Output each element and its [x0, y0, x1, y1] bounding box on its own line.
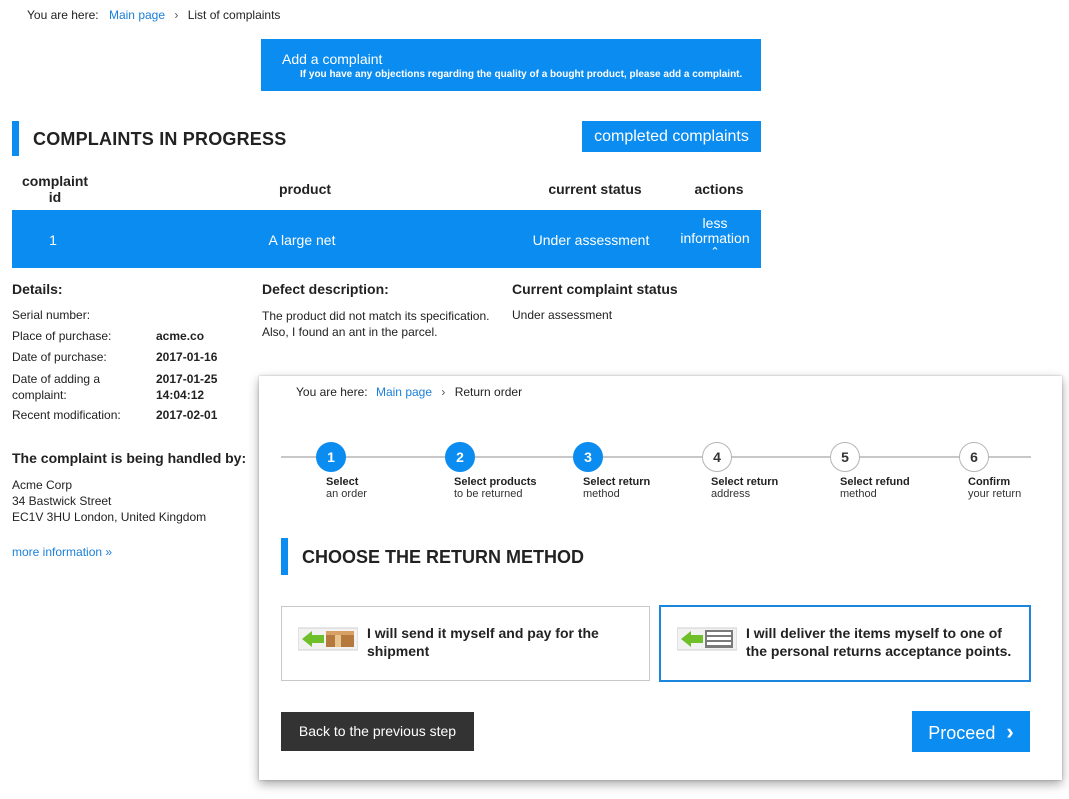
row-id: 1: [49, 232, 57, 248]
row-status: Under assessment: [532, 232, 650, 248]
handler-name: Acme Corp: [12, 478, 73, 492]
current-status-value: Under assessment: [512, 308, 613, 322]
overlay-accent-bar: [281, 538, 288, 575]
place-of-purchase-value: acme.co: [156, 329, 205, 343]
back-button[interactable]: Back to the previous step: [281, 712, 474, 751]
step-1-title: Select: [326, 476, 359, 488]
defect-description-heading: Defect description:: [262, 281, 389, 297]
step-6-label: Confirm your return: [968, 476, 1021, 500]
step-4-title: Select return: [711, 476, 779, 488]
breadcrumb-separator: ›: [174, 8, 179, 22]
step-3-sub: method: [583, 488, 620, 500]
return-option-send-myself-text: I will send it myself and pay for the sh…: [367, 625, 599, 659]
step-6-title: Confirm: [968, 476, 1011, 488]
proceed-button[interactable]: Proceed ›: [912, 711, 1030, 752]
step-5-title: Select refund: [840, 476, 910, 488]
return-order-window: You are here: Main page › Return order 1…: [259, 376, 1062, 780]
handler-address: Acme Corp 34 Bastwick Street EC1V 3HU Lo…: [12, 477, 206, 525]
step-6-circle: 6: [959, 442, 989, 472]
details-heading: Details:: [12, 281, 63, 297]
return-option-send-myself[interactable]: I will send it myself and pay for the sh…: [281, 606, 650, 681]
step-2-circle: 2: [445, 442, 475, 472]
handler-city: EC1V 3HU London, United Kingdom: [12, 510, 207, 524]
step-4-circle: 4: [702, 442, 732, 472]
step-5-label: Select refund method: [840, 476, 910, 500]
package-deliver-icon: [677, 627, 737, 651]
overlay-breadcrumb-separator: ›: [441, 385, 446, 399]
date-added-value: 2017-01-25 14:04:12: [156, 371, 217, 403]
date-added-label-line1: Date of adding a: [12, 372, 101, 386]
table-row[interactable]: 1 A large net Under assessment less info…: [12, 210, 761, 268]
handler-heading: The complaint is being handled by:: [12, 450, 247, 466]
step-3-label: Select return method: [583, 476, 650, 500]
column-header-id-line1: complaint: [21, 173, 89, 189]
date-added-value-line1: 2017-01-25: [156, 372, 218, 386]
date-added-label-line2: complaint:: [12, 388, 67, 402]
column-header-id: complaint id: [12, 173, 98, 205]
step-6-sub: your return: [968, 488, 1022, 500]
date-of-purchase-value: 2017-01-16: [156, 350, 218, 364]
column-header-product: product: [278, 181, 332, 197]
breadcrumb-prefix: You are here:: [27, 8, 99, 22]
section-accent-bar: [12, 121, 19, 156]
breadcrumb-home-link[interactable]: Main page: [109, 8, 165, 22]
less-information-line2: information: [680, 230, 750, 246]
column-header-id-line2: id: [48, 189, 62, 205]
date-added-label: Date of adding a complaint:: [12, 371, 100, 403]
column-header-status: current status: [548, 181, 642, 197]
add-complaint-banner[interactable]: Add a complaint If you have any objectio…: [261, 39, 761, 91]
add-complaint-subtitle: If you have any objections regarding the…: [300, 69, 743, 80]
section-title: COMPLAINTS IN PROGRESS: [33, 129, 287, 149]
defect-description-text: The product did not match its specificat…: [262, 308, 489, 340]
step-3-title: Select return: [583, 476, 651, 488]
serial-number-label: Serial number:: [12, 308, 91, 322]
step-5-circle: 5: [830, 442, 860, 472]
completed-complaints-button[interactable]: completed complaints: [582, 121, 761, 152]
package-ship-icon: [298, 627, 358, 651]
step-2-sub: to be returned: [454, 488, 523, 500]
recent-modification-value: 2017-02-01: [156, 408, 218, 422]
less-information-link[interactable]: less information ⌃: [675, 215, 755, 259]
breadcrumb-current: List of complaints: [187, 8, 281, 22]
add-complaint-title: Add a complaint: [282, 51, 383, 67]
step-4-sub: address: [711, 488, 751, 500]
date-added-value-line2: 14:04:12: [156, 388, 205, 402]
overlay-breadcrumb-prefix: You are here:: [296, 385, 368, 399]
column-header-actions: actions: [694, 181, 744, 197]
step-5-sub: method: [840, 488, 877, 500]
step-2-title: Select products: [454, 476, 537, 488]
chevron-up-icon: ⌃: [710, 246, 720, 258]
proceed-button-label: Proceed: [928, 723, 996, 743]
step-1-circle: 1: [316, 442, 346, 472]
step-1-sub: an order: [326, 488, 367, 500]
overlay-breadcrumb: You are here: Main page › Return order: [296, 385, 522, 399]
current-status-heading: Current complaint status: [512, 281, 678, 297]
step-1-label: Select an order: [326, 476, 367, 500]
return-option-deliver-myself-text: I will deliver the items myself to one o…: [746, 625, 1012, 659]
overlay-breadcrumb-current: Return order: [454, 385, 523, 399]
breadcrumb: You are here: Main page › List of compla…: [27, 8, 280, 22]
defect-description-line1: The product did not match its specificat…: [262, 309, 490, 323]
more-information-link[interactable]: more information »: [12, 545, 112, 559]
date-of-purchase-label: Date of purchase:: [12, 350, 107, 364]
step-4-label: Select return address: [711, 476, 778, 500]
step-2-label: Select products to be returned: [454, 476, 537, 500]
handler-street: 34 Bastwick Street: [12, 494, 112, 508]
row-product: A large net: [268, 232, 336, 248]
step-3-circle: 3: [573, 442, 603, 472]
chevron-right-icon: ›: [1006, 719, 1014, 744]
defect-description-line2: Also, I found an ant in the parcel.: [262, 325, 438, 339]
stepper-line: [281, 456, 1031, 458]
less-information-line1: less: [702, 215, 728, 231]
return-method-title: CHOOSE THE RETURN METHOD: [302, 547, 585, 567]
recent-modification-label: Recent modification:: [12, 408, 121, 422]
return-option-deliver-myself[interactable]: I will deliver the items myself to one o…: [659, 605, 1031, 682]
overlay-breadcrumb-home-link[interactable]: Main page: [376, 385, 432, 399]
place-of-purchase-label: Place of purchase:: [12, 329, 112, 343]
